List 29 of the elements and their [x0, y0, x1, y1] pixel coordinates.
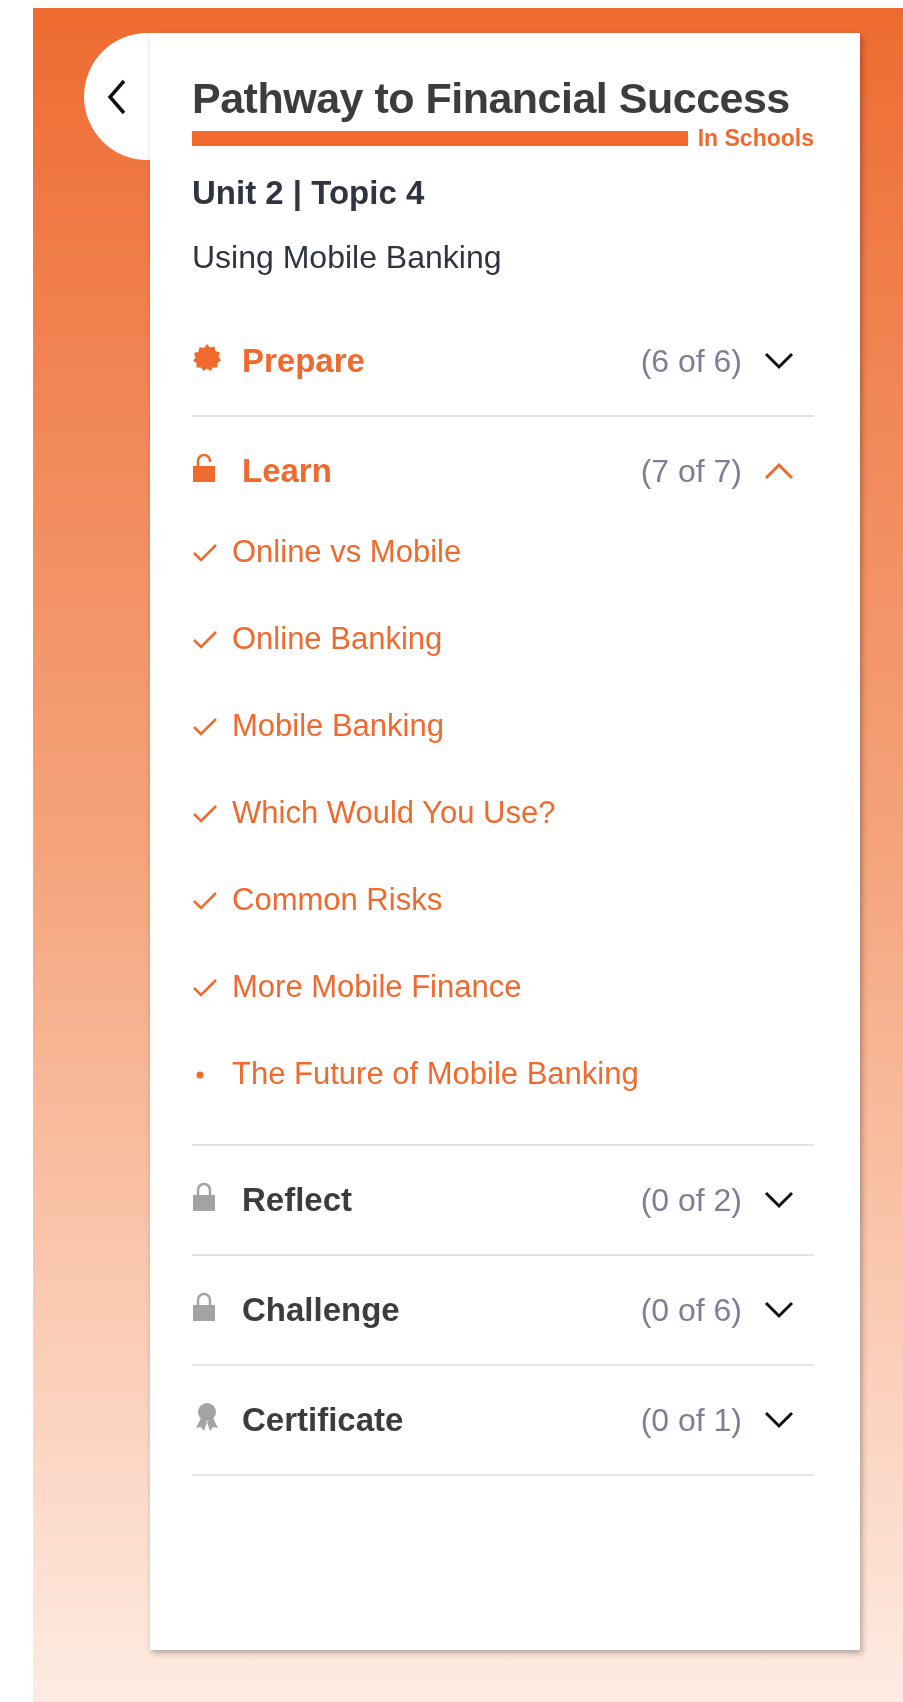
- section-header[interactable]: Prepare (6 of 6): [192, 307, 814, 415]
- chevron-down-icon[interactable]: [764, 1411, 794, 1429]
- progress-count: (0 of 1): [640, 1401, 742, 1440]
- lesson-link[interactable]: Online Banking: [192, 596, 814, 683]
- lesson-link[interactable]: The Future of Mobile Banking: [192, 1031, 814, 1118]
- topic-title: Using Mobile Banking: [192, 238, 503, 277]
- progress-count: (0 of 2): [640, 1181, 742, 1220]
- progress-count: (0 of 6): [640, 1291, 742, 1330]
- section-header[interactable]: Reflect (0 of 2): [192, 1146, 814, 1254]
- section-title: Learn: [242, 451, 332, 492]
- section-title: Certificate: [242, 1400, 404, 1441]
- course-subtitle: In Schools: [697, 125, 814, 151]
- lesson-link[interactable]: More Mobile Finance: [192, 944, 814, 1031]
- lesson-link[interactable]: Common Risks: [192, 857, 814, 944]
- section-title: Challenge: [242, 1290, 400, 1331]
- chevron-down-icon[interactable]: [764, 352, 794, 370]
- chevron-down-icon[interactable]: [764, 1301, 794, 1319]
- progress-count: (7 of 7): [640, 452, 742, 491]
- chevron-up-icon[interactable]: [764, 462, 794, 480]
- section-header[interactable]: Certificate (0 of 1): [192, 1366, 814, 1474]
- section-title: Reflect: [242, 1180, 353, 1221]
- unit-heading: Unit 2 | Topic 4: [192, 173, 426, 213]
- lesson-link[interactable]: Which Would You Use?: [192, 770, 814, 857]
- lesson-link[interactable]: Mobile Banking: [192, 683, 814, 770]
- section-title: Prepare: [242, 341, 365, 382]
- progress-count: (6 of 6): [640, 342, 742, 381]
- course-title: Pathway to Financial Success: [192, 73, 791, 123]
- chevron-down-icon[interactable]: [764, 1191, 794, 1209]
- section-header[interactable]: Challenge (0 of 6): [192, 1256, 814, 1364]
